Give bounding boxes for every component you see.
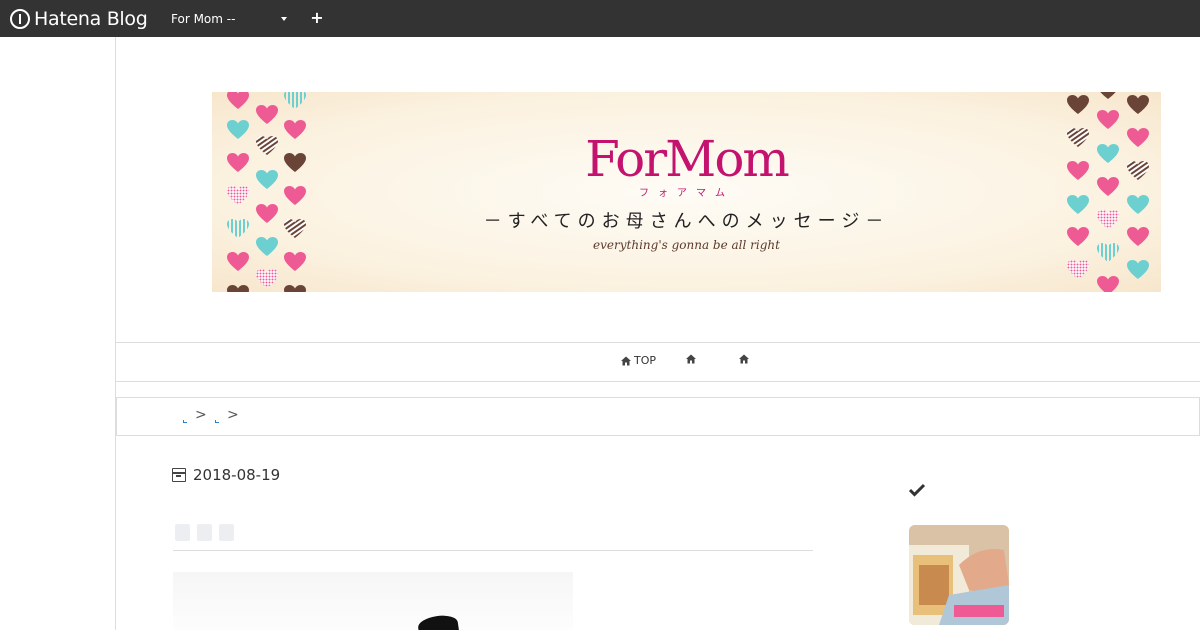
blog-selector-value: For Mom -- (171, 11, 236, 26)
home-icon (621, 356, 631, 366)
home-icon (739, 354, 749, 364)
nav-item-3[interactable] (739, 354, 752, 364)
blog-selector[interactable]: For Mom -- (164, 7, 292, 30)
entry-title[interactable] (175, 524, 234, 541)
breadcrumb-separator: > (195, 407, 207, 423)
banner-title: ForMom (585, 130, 790, 188)
add-entry-button[interactable]: + (309, 8, 325, 28)
calendar-icon (172, 468, 186, 482)
chevron-down-icon (281, 17, 287, 21)
entry-image-subject (416, 613, 460, 630)
title-divider (173, 550, 813, 551)
nav-item-label: TOP (634, 354, 657, 367)
entry-image (173, 572, 573, 630)
hatena-blog-logo[interactable]: Hatena Blog (10, 7, 148, 30)
hatena-topbar: Hatena Blog For Mom -- + (0, 0, 1200, 37)
left-rail (0, 37, 116, 630)
title-glyph-placeholder (175, 524, 190, 541)
breadcrumb-link-category[interactable] (215, 420, 219, 423)
sidebar-thumbnail-image (909, 525, 1009, 625)
title-glyph-placeholder (219, 524, 234, 541)
sidebar-thumbnail[interactable] (909, 525, 1009, 625)
title-glyph-placeholder (197, 524, 212, 541)
entry-date[interactable]: 2018-08-19 (172, 465, 280, 485)
logo-text: Hatena Blog (34, 7, 148, 30)
banner-kana: フォアマム (639, 188, 734, 199)
banner-tagline: everything's gonna be all right (593, 238, 780, 252)
breadcrumb: > > (116, 397, 1200, 436)
hatena-logo-icon (10, 8, 30, 29)
breadcrumb-separator: > (227, 407, 239, 423)
breadcrumb-link-home[interactable] (183, 420, 187, 423)
home-icon (686, 354, 696, 364)
global-nav: TOP (116, 342, 1200, 382)
blog-header-banner[interactable]: ForMom フォアマム －すべてのお母さんへのメッセージ－ everythin… (212, 92, 1161, 292)
entry-date-text: 2018-08-19 (193, 466, 281, 484)
nav-item-top[interactable]: TOP (621, 354, 656, 367)
banner-subtitle: －すべてのお母さんへのメッセージ－ (483, 211, 890, 232)
nav-item-2[interactable] (686, 354, 699, 364)
check-icon (909, 483, 925, 497)
